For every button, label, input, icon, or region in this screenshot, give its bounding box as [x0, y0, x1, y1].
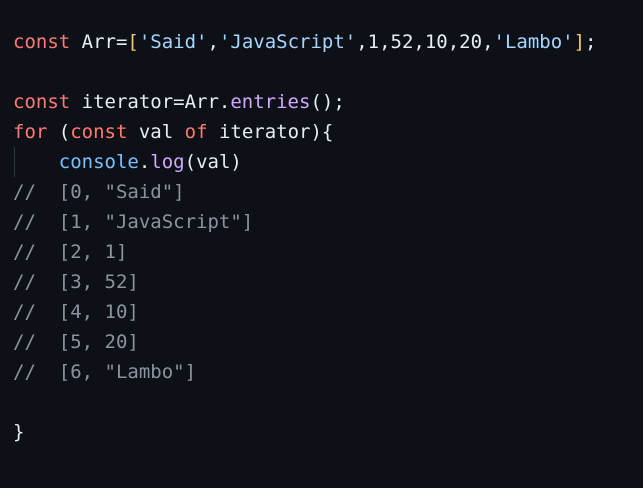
string-said: 'Said'	[138, 31, 208, 53]
string-javascript: 'JavaScript'	[218, 31, 357, 53]
comment-line: // [3, 52]	[13, 271, 139, 293]
log-args: (val)	[184, 151, 242, 173]
number-literals: ,1,52,10,20,	[356, 31, 494, 53]
dot: .	[138, 151, 151, 173]
code-line-array-declaration: const Arr=['Said','JavaScript',1,52,10,2…	[13, 27, 597, 57]
code-editor[interactable]: const Arr=['Said','JavaScript',1,52,10,2…	[0, 0, 643, 488]
comment-line: // [4, 10]	[13, 301, 139, 323]
keyword-const: const	[13, 91, 71, 113]
comment-line: // [5, 20]	[13, 331, 139, 353]
comma: ,	[207, 31, 219, 53]
semicolon: ;	[585, 31, 597, 53]
keyword-of: of	[184, 121, 208, 143]
call-parens: ();	[310, 91, 345, 113]
comment-line: // [2, 1]	[13, 241, 128, 263]
object-console: console	[58, 151, 139, 173]
keyword-const: const	[70, 121, 128, 143]
method-log: log	[150, 151, 185, 173]
comment-line: // [0, "Said"]	[13, 181, 185, 203]
string-lambo: 'Lambo'	[493, 31, 574, 53]
identifier-val: val	[127, 121, 185, 143]
keyword-const: const	[13, 31, 71, 53]
close-bracket: ]	[573, 31, 586, 53]
identifier-arr: Arr=	[70, 31, 128, 53]
open-bracket: [	[127, 31, 139, 53]
comment-line: // [6, "Lambo"]	[13, 361, 197, 383]
identifier-iterator-ref: iterator){	[207, 121, 334, 143]
code-line-for-of: for (const val of iterator){	[13, 117, 333, 147]
code-line-console-log: console.log(val)	[13, 147, 242, 177]
open-paren: (	[47, 121, 71, 143]
closing-brace: }	[13, 421, 25, 443]
code-line-iterator-declaration: const iterator=Arr.entries();	[13, 87, 345, 117]
comment-line: // [1, "JavaScript"]	[13, 211, 254, 233]
method-entries: entries	[230, 91, 311, 113]
keyword-for: for	[13, 121, 48, 143]
identifier-iterator: iterator=Arr.	[70, 91, 231, 113]
